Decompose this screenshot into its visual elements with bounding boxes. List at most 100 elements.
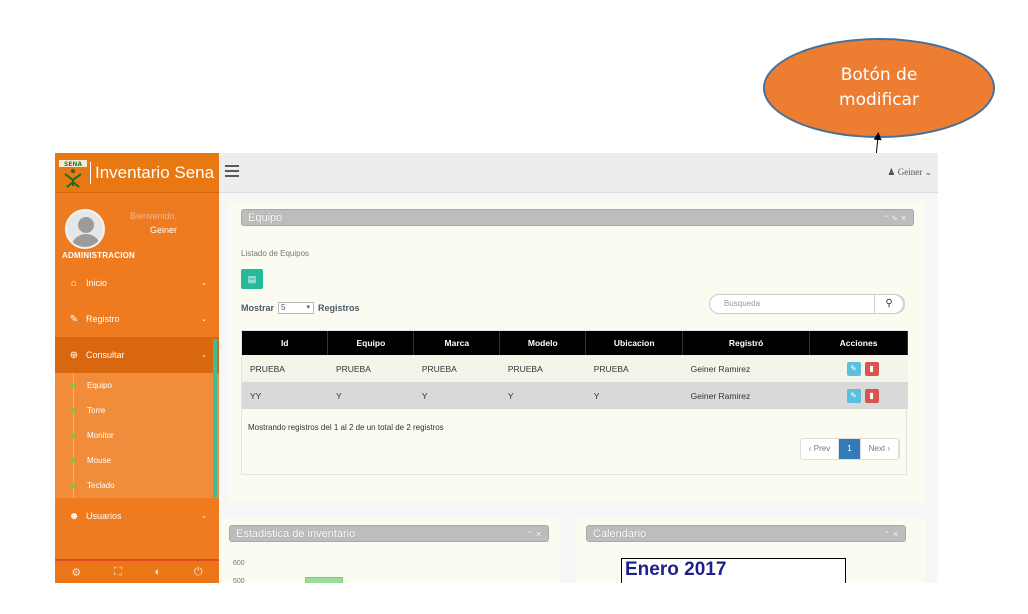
panel-title-text: Calendario (593, 528, 647, 540)
table-cell: Geiner Ramirez (682, 355, 810, 382)
annotation-bubble: Botón de modificar (763, 38, 995, 138)
sidebar: SENA Inventario Sena Bienvenido, Geiner … (55, 153, 219, 583)
column-header[interactable]: Ubicacion (585, 331, 684, 355)
active-indicator (213, 339, 217, 497)
mostrar-label: Mostrar (241, 303, 275, 313)
list-subtitle: Listado de Equipos (241, 249, 310, 258)
user-menu-label: Geiner (897, 167, 923, 177)
submenu-label: Monitor (87, 431, 114, 440)
table-cell: Y (585, 382, 683, 409)
search-placeholder: Busqueda (724, 299, 761, 308)
sidebar-nav: ⌂ Inicio ⌄ ✎ Registro ⌄ ⊕ Consultar ⌄ Eq… (55, 265, 219, 534)
panel-title: Estadistica de inventario ⌃ ✕ (229, 525, 549, 542)
svg-text:SENA: SENA (64, 161, 82, 168)
panel-tools[interactable]: ⌃ ✕ (526, 526, 542, 543)
submenu-item-mouse[interactable]: Mouse (55, 448, 219, 473)
calendar-month: Enero 2017 (621, 558, 846, 583)
chart-panel: Estadistica de inventario ⌃ ✕ 600 500 (219, 518, 559, 583)
column-header[interactable]: Modelo (499, 331, 587, 355)
panel-title-text: Equipo (248, 212, 283, 224)
column-header[interactable]: Equipo (327, 331, 415, 355)
table-cell: PRUEBA (499, 355, 586, 382)
caret-down-icon: ▾ (306, 304, 311, 311)
chevron-down-icon: ⌄ (201, 316, 207, 323)
column-header[interactable]: Id (242, 331, 329, 355)
submenu-item-equipo[interactable]: Equipo (55, 373, 219, 398)
sidebar-footer: ⚙ ⛶ ◐ ⏻ (55, 559, 219, 583)
page-1-button[interactable]: 1 (839, 439, 861, 459)
table-row: PRUEBA PRUEBA PRUEBA PRUEBA PRUEBA Geine… (242, 355, 908, 382)
power-icon[interactable]: ⏻ (194, 566, 203, 579)
eye-slash-icon[interactable]: ◐ (154, 566, 161, 578)
chart-bar (305, 577, 343, 583)
sena-logo-icon: SENA (59, 158, 87, 188)
chevron-down-icon: ⌄ (201, 352, 207, 359)
trash-icon: ▮ (869, 390, 874, 400)
search-button[interactable]: ⚲ (874, 294, 904, 314)
pagination: ‹ Prev 1 Next › (799, 438, 900, 460)
document-icon: ▤ (247, 274, 257, 284)
table-cell: Y (499, 382, 586, 409)
table-cell: Y (327, 382, 414, 409)
submenu-dot (71, 483, 76, 488)
search-input[interactable]: Busqueda ⚲ (709, 294, 905, 314)
prev-page-button[interactable]: ‹ Prev (800, 439, 840, 459)
equipo-panel: Equipo ⌃ ✎ ✕ Listado de Equipos ▤ Mostra… (229, 202, 924, 502)
main-content: Equipo ⌃ ✎ ✕ Listado de Equipos ▤ Mostra… (219, 193, 938, 583)
panel-tools[interactable]: ⌃ ✎ ✕ (882, 210, 907, 227)
table-cell: PRUEBA (413, 355, 500, 382)
edit-button[interactable]: ✎ (846, 388, 861, 403)
delete-button[interactable]: ▮ (864, 388, 879, 403)
table-cell: Y (413, 382, 500, 409)
welcome-text: Bienvenido, (129, 211, 177, 221)
app-window: SENA Inventario Sena Bienvenido, Geiner … (55, 153, 938, 583)
chevron-down-icon: ⌄ (201, 513, 207, 520)
sidebar-item-registro[interactable]: ✎ Registro ⌄ (55, 301, 219, 337)
export-button[interactable]: ▤ (241, 269, 263, 289)
logo-separator (90, 161, 91, 184)
screenshot-root: Botón de modificar SENA Inventario Sena (0, 0, 1028, 614)
fullscreen-icon[interactable]: ⛶ (114, 566, 122, 579)
submenu-dot (71, 458, 76, 463)
delete-button[interactable]: ▮ (864, 361, 879, 376)
search-plus-icon: ⊕ (69, 349, 79, 361)
table-cell: PRUEBA (242, 355, 328, 382)
top-navbar: ♟ Geiner ⌄ (219, 153, 938, 193)
submenu-label: Teclado (87, 481, 115, 490)
search-icon: ⚲ (885, 298, 893, 309)
brand-logo[interactable]: SENA Inventario Sena (55, 153, 219, 193)
profile-block: Bienvenido, Geiner ADMINISTRACION (55, 193, 219, 265)
next-page-button[interactable]: Next › (860, 439, 899, 459)
edit-icon: ✎ (850, 390, 857, 400)
sidebar-item-label: Inicio (86, 278, 108, 288)
user-icon: ♟ (887, 167, 896, 177)
chevron-down-icon: ⌄ (201, 280, 207, 287)
submenu-item-torre[interactable]: Torre (55, 398, 219, 423)
column-header[interactable]: Marca (413, 331, 501, 355)
user-menu[interactable]: ♟ Geiner ⌄ (887, 167, 932, 178)
annotation-line2: modificar (839, 90, 919, 110)
sidebar-item-usuarios[interactable]: ☻ Usuarios ⌄ (55, 498, 219, 534)
table-cell: PRUEBA (585, 355, 683, 382)
y-tick-label: 600 (233, 560, 245, 567)
settings-icon[interactable]: ⚙ (71, 566, 81, 579)
registros-label: Registros (318, 303, 360, 313)
consultar-submenu: Equipo Torre Monitor Mouse Teclado (55, 373, 219, 498)
table-cell: YY (242, 382, 328, 409)
equipos-table: Id Equipo Marca Modelo Ubicacion Registr… (242, 331, 908, 409)
sidebar-item-inicio[interactable]: ⌂ Inicio ⌄ (55, 265, 219, 301)
sidebar-item-label: Usuarios (86, 511, 122, 521)
menu-toggle-icon[interactable] (225, 165, 239, 177)
edit-button[interactable]: ✎ (846, 361, 861, 376)
panel-title: Calendario ⌃ ✕ (586, 525, 906, 542)
submenu-item-monitor[interactable]: Monitor (55, 423, 219, 448)
page-size-select[interactable]: 5 ▾ (278, 302, 315, 314)
panel-tools[interactable]: ⌃ ✕ (883, 526, 899, 543)
avatar-body (71, 234, 101, 247)
column-header[interactable]: Registró (682, 331, 811, 355)
edit-icon: ✎ (69, 313, 79, 325)
submenu-item-teclado[interactable]: Teclado (55, 473, 219, 498)
brand-title: Inventario Sena (95, 162, 215, 182)
annotation-line1: Botón de (840, 65, 918, 85)
sidebar-item-consultar[interactable]: ⊕ Consultar ⌄ (55, 337, 219, 373)
